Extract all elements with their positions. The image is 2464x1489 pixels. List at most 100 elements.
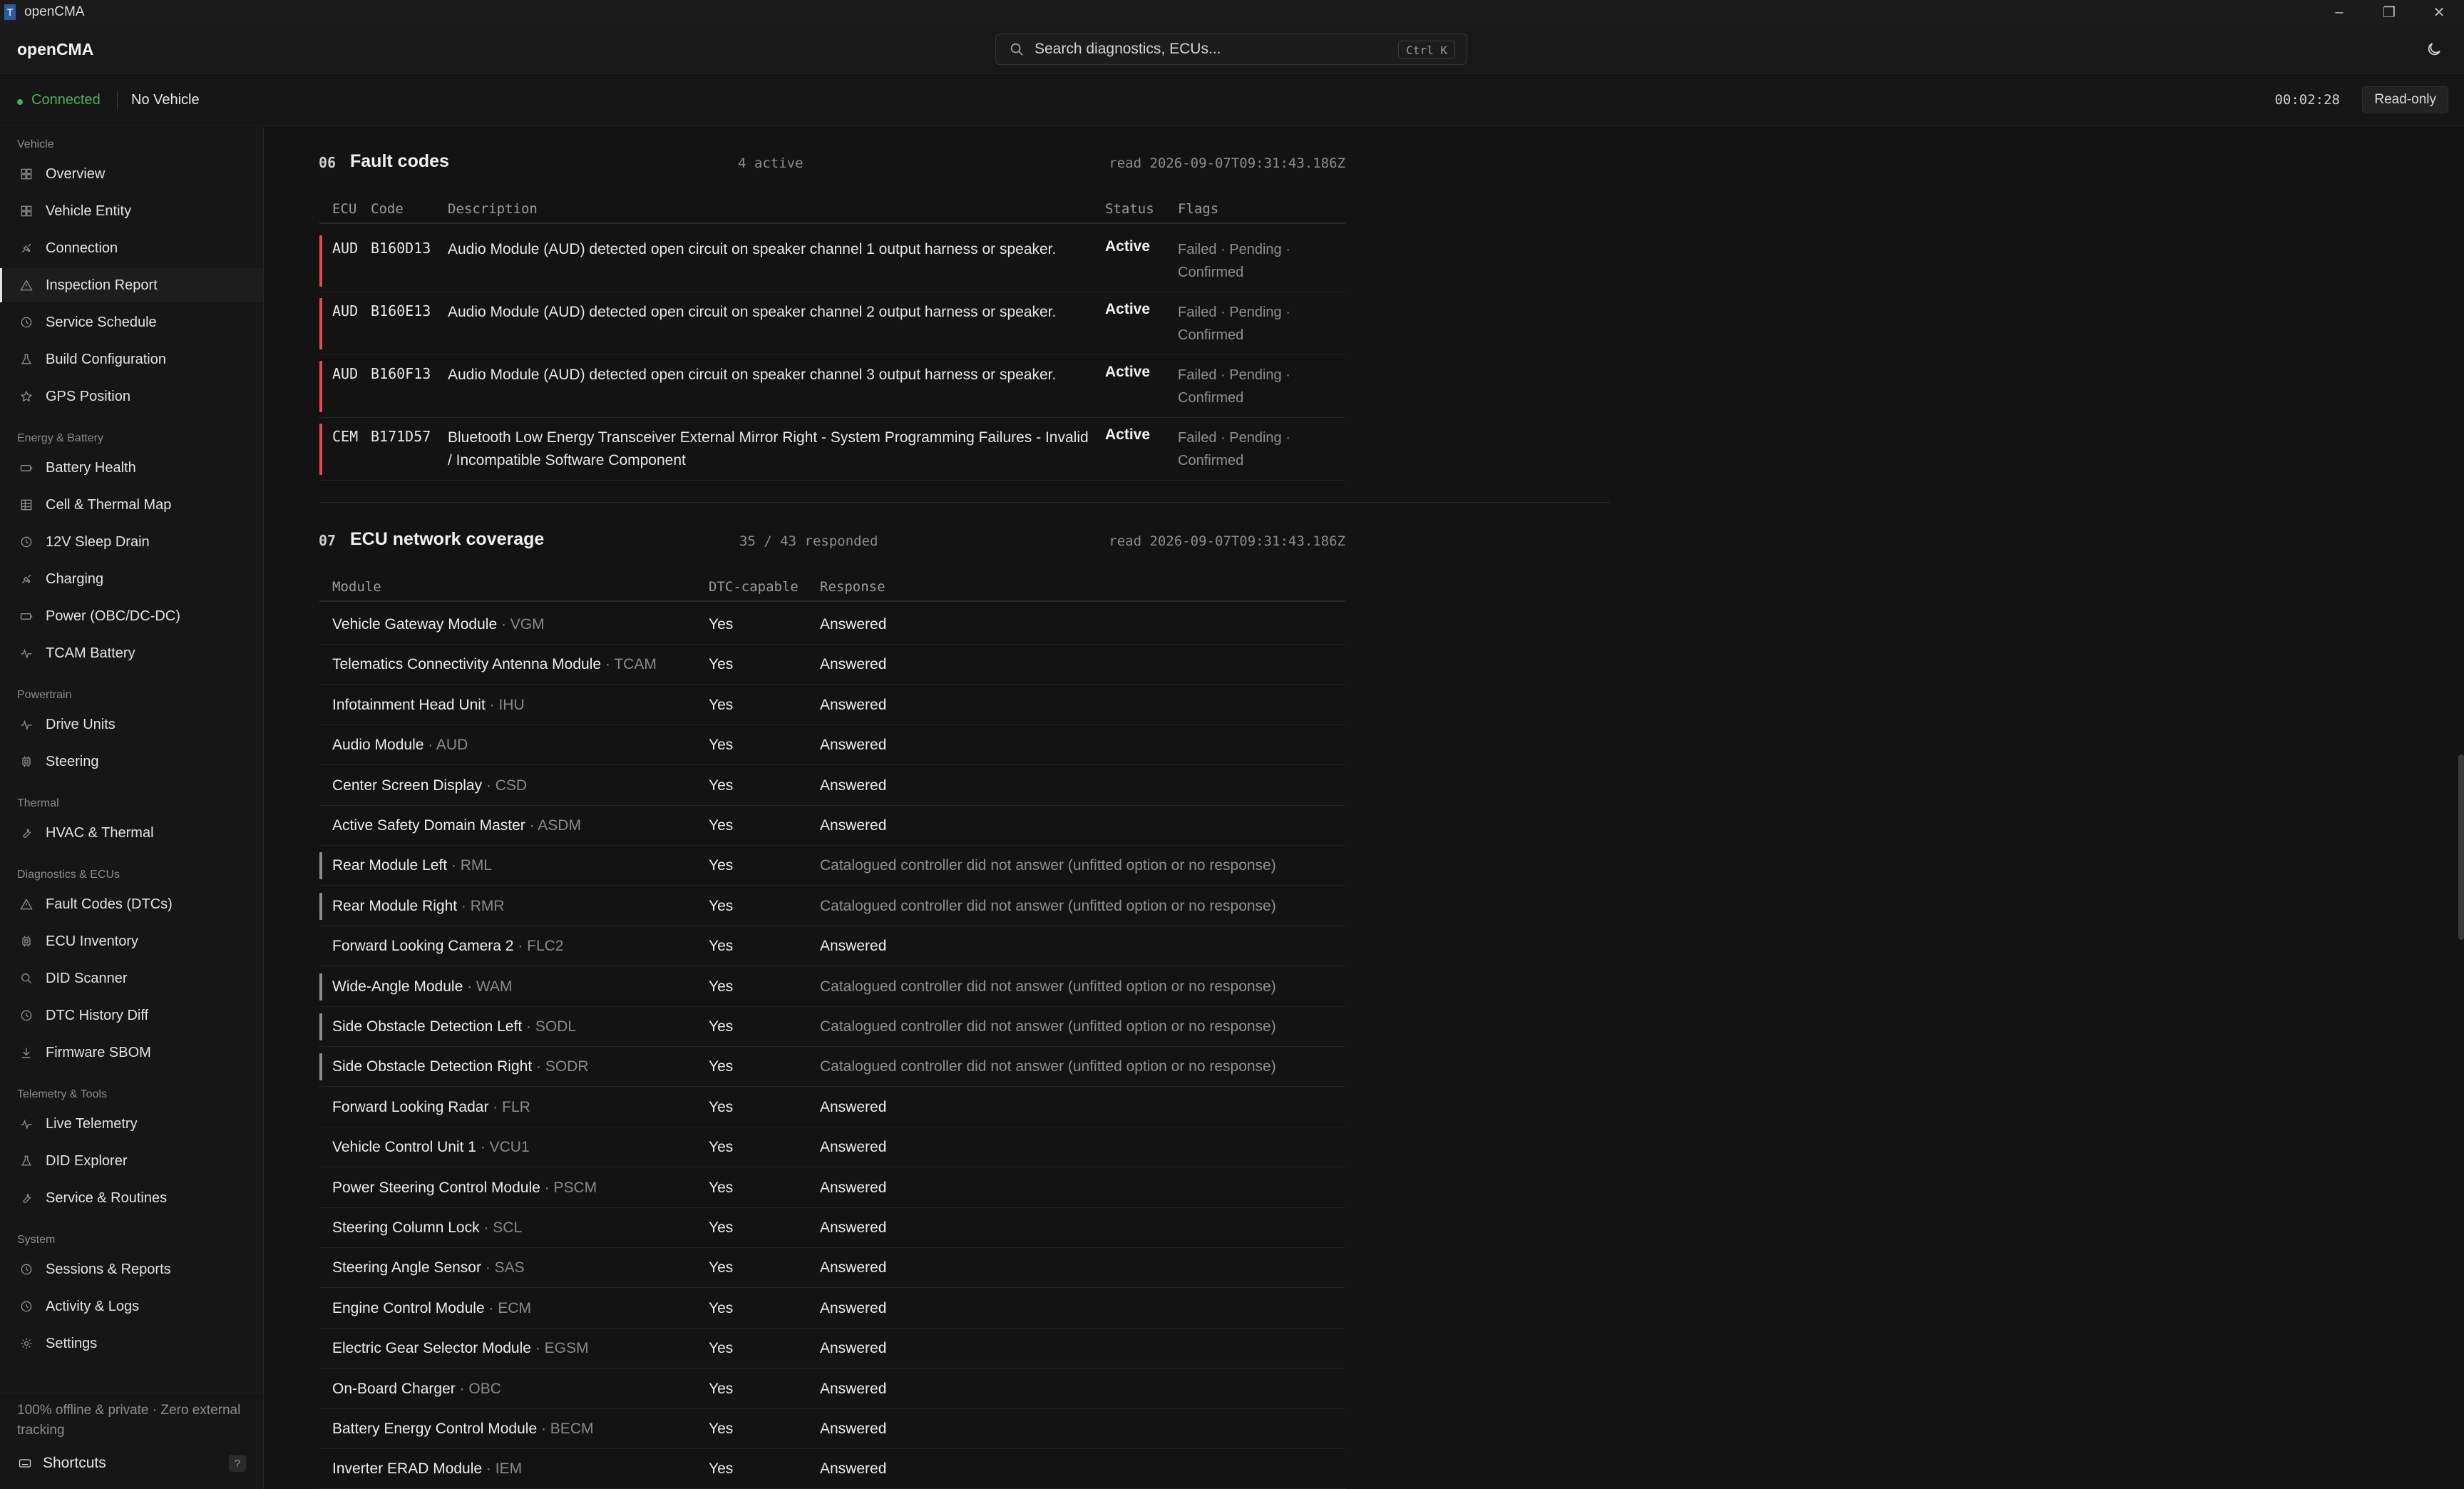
sidebar-item-did-explorer[interactable]: DID Explorer [0, 1144, 263, 1178]
sidebar-item-service-routines[interactable]: Service & Routines [0, 1181, 263, 1215]
sidebar-item-connection[interactable]: Connection [0, 231, 263, 265]
module-name: Forward Looking Radar · FLR [332, 1099, 530, 1116]
response-status: Catalogued controller did not answer (un… [820, 978, 1276, 995]
table-row[interactable]: Wide-Angle Module · WAM Yes Catalogued con… [319, 967, 1345, 1007]
table-row[interactable]: On-Board Charger · OBC Yes Answered [319, 1369, 1345, 1409]
minimize-button[interactable]: – [2314, 0, 2364, 24]
table-row[interactable]: Active Safety Domain Master · ASDM Yes Ans… [319, 806, 1345, 846]
sidebar-item-label: Cell & Thermal Map [46, 496, 172, 513]
sidebar-item-service-schedule[interactable]: Service Schedule [0, 305, 263, 339]
sidebar-item-activity-logs[interactable]: Activity & Logs [0, 1289, 263, 1324]
dtc-capable: Yes [709, 857, 734, 874]
sidebar-item-label: Steering [46, 753, 99, 769]
table-row[interactable]: Side Obstacle Detection Right · SODR Yes C… [319, 1047, 1345, 1088]
sidebar-item-firmware-sbom[interactable]: Firmware SBOM [0, 1035, 263, 1070]
sidebar-item-hvac-thermal[interactable]: HVAC & Thermal [0, 816, 263, 850]
close-button[interactable]: ✕ [2414, 0, 2464, 24]
table-row[interactable]: Steering Angle Sensor · SAS Yes Answered [319, 1248, 1345, 1289]
sidebar-item-live-telemetry[interactable]: Live Telemetry [0, 1107, 263, 1141]
table-row[interactable]: Infotainment Head Unit · IHU Yes Answered [319, 685, 1345, 725]
fault-row[interactable]: AUD B160E13 Audio Module (AUD) detected op… [319, 292, 1345, 355]
module-label: Forward Looking Radar [332, 1098, 489, 1115]
sidebar-item-tcam-battery[interactable]: TCAM Battery [0, 636, 263, 670]
table-row[interactable]: Rear Module Left · RML Yes Catalogued cont… [319, 846, 1345, 886]
sidebar-item-label: Drive Units [46, 716, 115, 732]
response-status: Answered [820, 938, 887, 955]
table-row[interactable]: Engine Control Module · ECM Yes Answered [319, 1289, 1345, 1329]
moon-icon[interactable] [2426, 41, 2443, 58]
sidebar-item-label: 12V Sleep Drain [46, 533, 150, 550]
sidebar-item-overview[interactable]: Overview [0, 157, 263, 191]
sidebar-item-build-configuration[interactable]: Build Configuration [0, 342, 263, 377]
sidebar-item-label: Live Telemetry [46, 1115, 138, 1132]
search-shortcut-hint: Ctrl K [1398, 41, 1455, 59]
table-row[interactable]: Center Screen Display · CSD Yes Answered [319, 766, 1345, 806]
module-name: Telematics Connectivity Antenna Module ·… [332, 656, 657, 673]
pulse-icon [19, 645, 34, 661]
restore-button[interactable]: ❐ [2364, 0, 2414, 24]
vehicle-status: No Vehicle [131, 92, 200, 108]
table-row[interactable]: Forward Looking Radar · FLR Yes Answered [319, 1088, 1345, 1127]
fault-row[interactable]: AUD B160D13 Audio Module (AUD) detected op… [319, 230, 1345, 292]
fault-row[interactable]: CEM B171D57 Bluetooth Low Energy Transceiv… [319, 418, 1345, 481]
sidebar-item-dtc-history-diff[interactable]: DTC History Diff [0, 998, 263, 1033]
sidebar-item-inspection-report[interactable]: Inspection Report [0, 268, 263, 302]
module-label: Side Obstacle Detection Right [332, 1058, 533, 1075]
sidebar-item-settings[interactable]: Settings [0, 1326, 263, 1361]
table-row[interactable]: Vehicle Gateway Module · VGM Yes Answered [319, 605, 1345, 645]
dtc-capable: Yes [709, 656, 734, 673]
sidebar-item-drive-units[interactable]: Drive Units [0, 707, 263, 742]
sidebar-item-vehicle-entity[interactable]: Vehicle Entity [0, 194, 263, 228]
chip-icon [19, 754, 34, 769]
table-row[interactable]: Rear Module Right · RMR Yes Catalogued con… [319, 886, 1345, 926]
grid-icon [19, 203, 34, 219]
sidebar-item-label: Vehicle Entity [46, 203, 132, 219]
read-only-badge[interactable]: Read-only [2362, 86, 2448, 113]
fault-flags: Failed · Pending · Confirmed [1178, 305, 1290, 343]
sidebar-item-ecu-inventory[interactable]: ECU Inventory [0, 924, 263, 958]
sidebar-item-sessions-reports[interactable]: Sessions & Reports [0, 1252, 263, 1286]
table-row[interactable]: Audio Module · AUD Yes Answered [319, 725, 1345, 766]
response-status: Answered [820, 1098, 887, 1115]
section-number: 07 [319, 532, 337, 549]
sidebar-item-gps-position[interactable]: GPS Position [0, 379, 263, 414]
pulse-icon [19, 1116, 34, 1132]
nav-group-label: Energy & Battery [17, 432, 103, 444]
brand-logo[interactable]: openCMA [17, 40, 93, 59]
scrollbar-thumb[interactable] [2458, 754, 2464, 940]
sidebar-item-battery-health[interactable]: Battery Health [0, 451, 263, 485]
table-row[interactable]: Inverter ERAD Module · IEM Yes Answered [319, 1449, 1345, 1489]
sidebar-item-12v-sleep-drain[interactable]: 12V Sleep Drain [0, 525, 263, 559]
module-name: Steering Angle Sensor · SAS [332, 1259, 525, 1276]
table-row[interactable]: Side Obstacle Detection Left · SODL Yes Ca… [319, 1007, 1345, 1047]
table-row[interactable]: Battery Energy Control Module · BECM Yes A… [319, 1409, 1345, 1449]
module-abbreviation: · FLR [488, 1098, 530, 1115]
sidebar-item-steering[interactable]: Steering [0, 744, 263, 779]
nav-group-label: Thermal [17, 797, 59, 809]
sidebar-item-charging[interactable]: Charging [0, 562, 263, 596]
response-status: Answered [820, 817, 887, 834]
response-status: Catalogued controller did not answer (un… [820, 1018, 1276, 1035]
sidebar-item-cell-thermal-map[interactable]: Cell & Thermal Map [0, 488, 263, 522]
table-row[interactable]: Telematics Connectivity Antenna Module ·… [319, 645, 1345, 685]
table-row[interactable]: Forward Looking Camera 2 · FLC2 Yes Answer… [319, 926, 1345, 967]
table-row[interactable]: Power Steering Control Module · PSCM Yes A… [319, 1168, 1345, 1208]
search-input[interactable]: Search diagnostics, ECUs... Ctrl K [995, 34, 1467, 65]
table-row[interactable]: Steering Column Lock · SCL Yes Answered [319, 1208, 1345, 1248]
shortcuts-button[interactable]: Shortcuts ? [0, 1448, 263, 1479]
table-row[interactable]: Electric Gear Selector Module · EGSM Yes A… [319, 1329, 1345, 1369]
plug-icon [19, 571, 34, 587]
sidebar-item-did-scanner[interactable]: DID Scanner [0, 961, 263, 996]
sidebar-item-power-obc-dc-dc[interactable]: Power (OBC/DC-DC) [0, 599, 263, 633]
module-label: Active Safety Domain Master [332, 817, 525, 834]
window-title: openCMA [24, 4, 85, 19]
no-response-indicator [319, 1013, 322, 1040]
top-header: openCMA Search diagnostics, ECUs... Ctrl… [0, 24, 2464, 74]
search-icon [1010, 43, 1023, 56]
column-header-dtc-capable: DTC-capable [709, 579, 799, 595]
fault-row[interactable]: AUD B160F13 Audio Module (AUD) detected op… [319, 355, 1345, 418]
module-abbreviation: · RMR [457, 897, 505, 914]
table-row[interactable]: Vehicle Control Unit 1 · VCU1 Yes Answered [319, 1127, 1345, 1168]
module-abbreviation: · IHU [485, 696, 525, 713]
sidebar-item-fault-codes-dtcs[interactable]: Fault Codes (DTCs) [0, 887, 263, 921]
